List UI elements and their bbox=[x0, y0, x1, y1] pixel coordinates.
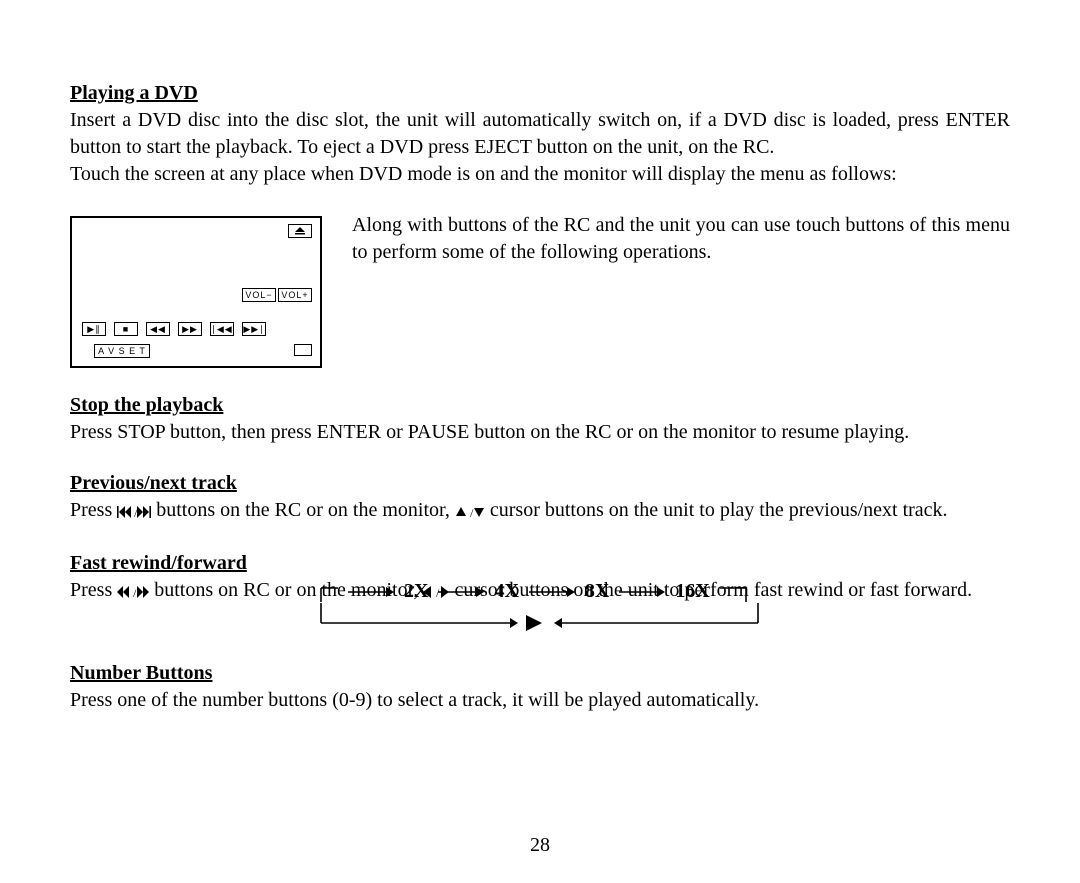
heading-number: Number Buttons bbox=[70, 660, 1010, 687]
text-prevnext-lead: Press bbox=[70, 499, 117, 521]
touchscreen-figure-row: VOL− VOL+ ▶∥ ■ ◀◀ ▶▶ ∣◀◀ ▶▶∣ A V S E T A… bbox=[70, 212, 1010, 368]
text-fast-lead: Press bbox=[70, 579, 117, 601]
transport-row: ▶∥ ■ ◀◀ ▶▶ ∣◀◀ ▶▶∣ bbox=[82, 322, 266, 336]
forward-icon: ▶▶ bbox=[178, 322, 202, 336]
text-prevnext: Press / buttons on the RC or on the moni… bbox=[70, 497, 1010, 526]
play-pause-icon: ▶∥ bbox=[82, 322, 106, 336]
section-stop: Stop the playback Press STOP button, the… bbox=[70, 392, 1010, 446]
loop-start-line bbox=[320, 582, 338, 602]
misc-icon bbox=[294, 344, 312, 356]
rewind-forward-icon: / bbox=[117, 579, 149, 606]
speed-2x: 2X bbox=[404, 580, 428, 603]
svg-text:/: / bbox=[133, 586, 137, 598]
speed-loop-return bbox=[310, 603, 770, 637]
heading-prevnext: Previous/next track bbox=[70, 470, 1010, 497]
heading-stop: Stop the playback bbox=[70, 392, 1010, 419]
av-set-button: A V S E T bbox=[94, 344, 150, 358]
vol-plus-button: VOL+ bbox=[278, 288, 312, 302]
svg-text:/: / bbox=[470, 506, 474, 518]
speed-8x: 8X bbox=[585, 580, 609, 603]
arrow-icon bbox=[348, 586, 394, 598]
arrow-icon bbox=[438, 586, 484, 598]
stop-icon: ■ bbox=[114, 322, 138, 336]
text-stop: Press STOP button, then press ENTER or P… bbox=[70, 419, 1010, 446]
prev-next-icon: / bbox=[117, 499, 151, 526]
loop-end-line bbox=[720, 582, 748, 602]
manual-page: Playing a DVD Insert a DVD disc into the… bbox=[0, 0, 1080, 883]
rewind-icon: ◀◀ bbox=[146, 322, 170, 336]
next-track-icon: ▶▶∣ bbox=[242, 322, 266, 336]
section-playing: Playing a DVD Insert a DVD disc into the… bbox=[70, 80, 1010, 188]
page-number: 28 bbox=[0, 834, 1080, 857]
heading-fast: Fast rewind/forward bbox=[70, 550, 1010, 577]
arrow-icon bbox=[619, 586, 665, 598]
text-prevnext-mid1: buttons on the RC or on the monitor, bbox=[156, 499, 455, 521]
text-prevnext-mid2: cursor buttons on the unit to play the p… bbox=[490, 499, 948, 521]
section-number: Number Buttons Press one of the number b… bbox=[70, 660, 1010, 714]
speed-4x: 4X bbox=[494, 580, 518, 603]
text-playing-2: Touch the screen at any place when DVD m… bbox=[70, 161, 1010, 188]
vol-minus-button: VOL− bbox=[242, 288, 276, 302]
section-prevnext: Previous/next track Press / buttons on t… bbox=[70, 470, 1010, 526]
up-down-icon: / bbox=[455, 499, 485, 526]
prev-track-icon: ∣◀◀ bbox=[210, 322, 234, 336]
speed-cycle-diagram: 2X 4X 8X 16X bbox=[320, 580, 770, 636]
touchscreen-diagram: VOL− VOL+ ▶∥ ■ ◀◀ ▶▶ ∣◀◀ ▶▶∣ A V S E T bbox=[70, 216, 322, 368]
text-number: Press one of the number buttons (0-9) to… bbox=[70, 687, 1010, 714]
text-playing-1: Insert a DVD disc into the disc slot, th… bbox=[70, 107, 1010, 161]
section-fast: Fast rewind/forward Press / buttons on R… bbox=[70, 550, 1010, 636]
arrow-icon bbox=[529, 586, 575, 598]
heading-playing: Playing a DVD bbox=[70, 80, 1010, 107]
speed-16x: 16X bbox=[675, 580, 709, 603]
text-touchscreen-aside: Along with buttons of the RC and the uni… bbox=[352, 212, 1010, 266]
eject-icon bbox=[288, 224, 312, 238]
